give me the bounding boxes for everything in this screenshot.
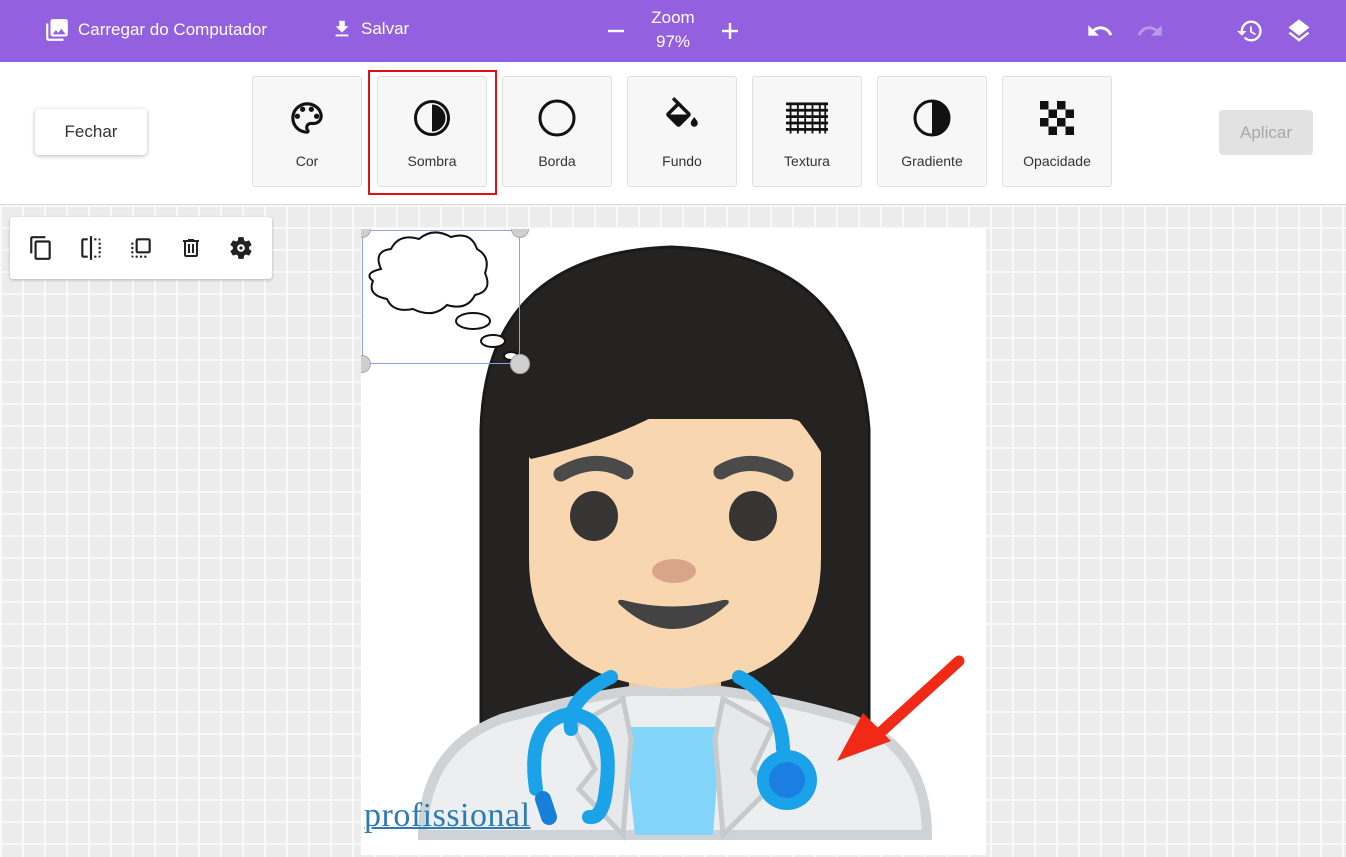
- apply-button[interactable]: Aplicar: [1219, 110, 1313, 155]
- texture-icon: [786, 97, 828, 139]
- close-button[interactable]: Fechar: [35, 109, 147, 155]
- layers-button[interactable]: [1284, 16, 1314, 46]
- undo-button[interactable]: [1085, 16, 1115, 46]
- redo-icon: [1137, 25, 1162, 36]
- checkerboard-icon: [1036, 97, 1078, 139]
- duplicate-button[interactable]: [27, 234, 55, 262]
- settings-button[interactable]: [227, 234, 255, 262]
- palette-icon: [286, 97, 328, 139]
- circle-outline-icon: [536, 97, 578, 139]
- tool-label: Borda: [538, 153, 576, 169]
- send-backward-button[interactable]: [127, 234, 155, 262]
- tool-label: Gradiente: [901, 153, 963, 169]
- caption-text[interactable]: profissional: [364, 797, 531, 835]
- tool-gradient[interactable]: Gradiente: [877, 76, 987, 187]
- gear-icon: [230, 237, 252, 259]
- layers-icon: [1288, 19, 1310, 42]
- zoom-in-button[interactable]: [717, 18, 743, 44]
- history-icon: [1237, 20, 1262, 42]
- save-button[interactable]: Salvar: [331, 17, 409, 41]
- plus-icon: [722, 23, 738, 39]
- doctor-avatar-image[interactable]: [361, 229, 986, 855]
- trash-icon: [183, 239, 199, 257]
- tool-label: Sombra: [407, 153, 457, 169]
- effects-toolbar: Fechar Cor Sombra Borda Fundo Textura Gr…: [0, 62, 1346, 205]
- save-label: Salvar: [361, 19, 410, 38]
- undo-icon: [1088, 25, 1113, 36]
- tool-label: Textura: [784, 153, 830, 169]
- minus-icon: [608, 29, 624, 33]
- download-icon: [335, 20, 349, 37]
- zoom-display: Zoom 97%: [640, 6, 706, 54]
- image-library-icon: [46, 19, 68, 41]
- redo-button[interactable]: [1135, 16, 1165, 46]
- tool-shadow[interactable]: Sombra: [377, 76, 487, 187]
- top-bar: Carregar do Computador Salvar Zoom 97%: [0, 0, 1346, 62]
- tool-label: Cor: [295, 153, 319, 169]
- tool-label: Fundo: [662, 153, 702, 169]
- object-toolbar: [10, 217, 272, 279]
- layer-order-icon: [131, 238, 151, 258]
- paint-bucket-icon: [661, 97, 703, 139]
- flip-button[interactable]: [77, 234, 105, 262]
- tool-opacity[interactable]: Opacidade: [1002, 76, 1112, 187]
- history-button[interactable]: [1235, 16, 1265, 46]
- zoom-value: 97%: [655, 32, 691, 51]
- tool-border[interactable]: Borda: [502, 76, 612, 187]
- tool-background[interactable]: Fundo: [627, 76, 737, 187]
- tool-color[interactable]: Cor: [252, 76, 362, 187]
- upload-label: Carregar do Computador: [78, 20, 267, 39]
- contrast-half-icon: [411, 97, 453, 139]
- gradient-icon: [911, 97, 953, 139]
- upload-button[interactable]: Carregar do Computador: [44, 17, 267, 43]
- duplicate-icon: [30, 236, 51, 260]
- delete-button[interactable]: [177, 234, 205, 262]
- zoom-label: Zoom: [651, 8, 695, 27]
- tool-label: Opacidade: [1023, 153, 1091, 169]
- tool-texture[interactable]: Textura: [752, 76, 862, 187]
- zoom-out-button[interactable]: [603, 18, 629, 44]
- design-canvas[interactable]: profissional: [361, 229, 986, 855]
- resize-handle[interactable]: [510, 354, 530, 374]
- flip-icon: [81, 236, 101, 260]
